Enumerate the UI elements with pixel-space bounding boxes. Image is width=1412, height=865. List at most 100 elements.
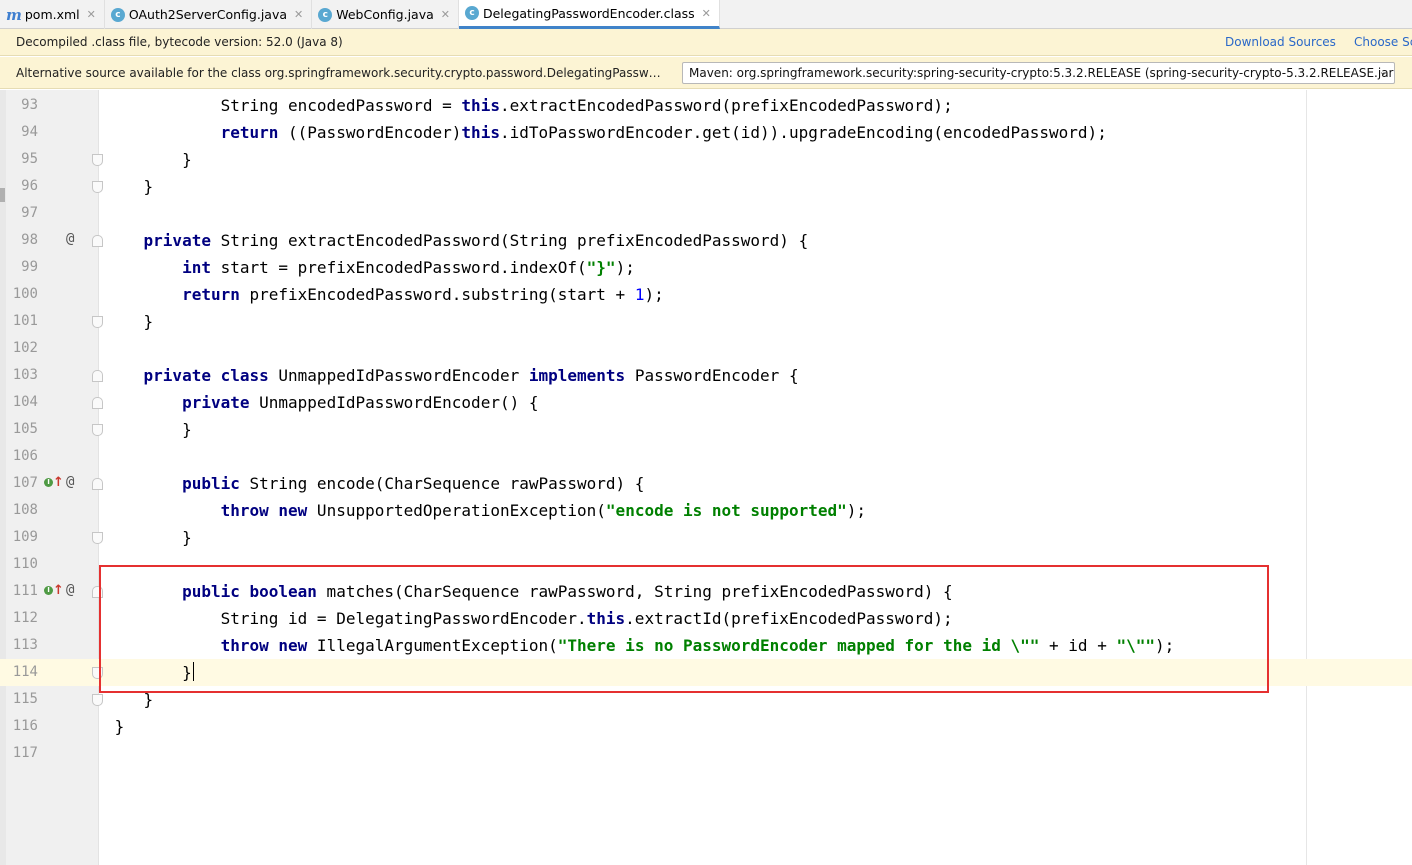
- fold-toggle-icon[interactable]: [92, 316, 103, 328]
- code-line[interactable]: 100 return prefixEncodedPassword.substri…: [0, 281, 1412, 308]
- code-line[interactable]: 113 throw new IllegalArgumentException("…: [0, 632, 1412, 659]
- code-line[interactable]: 111 I ↑ @ public boolean matches(CharSequen…: [0, 578, 1412, 605]
- line-number: 110: [12, 556, 38, 572]
- code-token: String encode(CharSequence rawPassword) …: [239, 474, 645, 493]
- line-number: 100: [12, 286, 38, 302]
- code-line[interactable]: 109 }: [0, 524, 1412, 551]
- tab-2[interactable]: c WebConfig.java ✕: [312, 0, 459, 29]
- line-number: 98: [21, 232, 38, 248]
- tab-1[interactable]: c OAuth2ServerConfig.java ✕: [105, 0, 313, 29]
- code-token: String extractEncodedPassword(String pre…: [210, 231, 809, 250]
- close-icon[interactable]: ✕: [702, 7, 711, 20]
- string-token: "There is no PasswordEncoder mapped for …: [557, 636, 1040, 655]
- line-number: 93: [21, 97, 38, 113]
- string-token: "encode is not supported": [605, 501, 847, 520]
- code-line[interactable]: 102: [0, 335, 1412, 362]
- implements-method-icon[interactable]: I: [44, 478, 53, 487]
- fold-toggle-icon[interactable]: [92, 397, 103, 409]
- line-number: 108: [12, 502, 38, 518]
- fold-toggle-icon[interactable]: [92, 154, 103, 166]
- fold-toggle-icon[interactable]: [92, 370, 103, 382]
- number-token: 1: [634, 285, 645, 304]
- close-icon[interactable]: ✕: [441, 8, 450, 21]
- code-line[interactable]: 116 }: [0, 713, 1412, 740]
- tab-label: pom.xml: [24, 7, 80, 22]
- tab-label: OAuth2ServerConfig.java: [128, 7, 288, 22]
- code-line[interactable]: 117: [0, 740, 1412, 767]
- fold-toggle-icon[interactable]: [92, 424, 103, 436]
- code-token: UnsupportedOperationException(: [307, 501, 606, 520]
- fold-toggle-icon[interactable]: [92, 586, 103, 598]
- fold-toggle-icon[interactable]: [92, 235, 103, 247]
- code-line[interactable]: 98 @ private String extractEncodedPasswor…: [0, 227, 1412, 254]
- close-icon[interactable]: ✕: [294, 8, 303, 21]
- annotation-at-icon[interactable]: @: [66, 578, 74, 603]
- code-line[interactable]: 112 String id = DelegatingPasswordEncode…: [0, 605, 1412, 632]
- line-number: 106: [12, 448, 38, 464]
- code-text: return prefixEncodedPassword.substring(s…: [105, 281, 664, 308]
- code-line[interactable]: 103 private class UnmappedIdPasswordEnco…: [0, 362, 1412, 389]
- editor-tab-bar: m pom.xml ✕ c OAuth2ServerConfig.java ✕ c WebCo…: [0, 0, 1412, 29]
- code-text: }: [105, 308, 154, 335]
- code-text: }: [105, 173, 154, 200]
- code-token: }: [105, 528, 192, 547]
- code-text: public String encode(CharSequence rawPas…: [105, 470, 644, 497]
- code-text: }: [105, 524, 192, 551]
- class-icon: c: [110, 7, 125, 22]
- code-line[interactable]: 99 int start = prefixEncodedPassword.ind…: [0, 254, 1412, 281]
- code-line[interactable]: 104 private UnmappedIdPasswordEncoder() …: [0, 389, 1412, 416]
- line-number: 101: [12, 313, 38, 329]
- code-token: ((PasswordEncoder): [278, 123, 462, 142]
- line-number: 111: [12, 583, 38, 599]
- code-line[interactable]: 107 I ↑ @ public String encode(CharSequence…: [0, 470, 1412, 497]
- overrides-up-arrow-icon[interactable]: ↑: [53, 470, 64, 495]
- annotation-at-icon[interactable]: @: [66, 470, 74, 495]
- alternative-source-select[interactable]: Maven: org.springframework.security:spri…: [682, 62, 1395, 84]
- code-line[interactable]: 94 return ((PasswordEncoder)this.idToPas…: [0, 119, 1412, 146]
- code-token: .idToPasswordEncoder.get(id)).upgradeEnc…: [499, 123, 1107, 142]
- keyword-token: private: [143, 231, 211, 250]
- code-line[interactable]: 105 }: [0, 416, 1412, 443]
- code-text: }: [105, 686, 154, 713]
- fold-toggle-icon[interactable]: [92, 181, 103, 193]
- code-editor[interactable]: 93 String encodedPassword = this.extract…: [0, 92, 1412, 767]
- tab-3[interactable]: c DelegatingPasswordEncoder.class ✕: [458, 0, 720, 29]
- overrides-up-arrow-icon[interactable]: ↑: [53, 578, 64, 603]
- code-line[interactable]: 108 throw new UnsupportedOperationExcept…: [0, 497, 1412, 524]
- class-icon: c: [318, 7, 333, 22]
- code-line[interactable]: 101 }: [0, 308, 1412, 335]
- code-line[interactable]: 95 }: [0, 146, 1412, 173]
- code-token: .extractId(prefixEncodedPassword);: [625, 609, 953, 628]
- fold-toggle-icon[interactable]: [92, 478, 103, 490]
- fold-toggle-icon[interactable]: [92, 532, 103, 544]
- keyword-token: implements: [528, 366, 626, 385]
- code-token: }: [105, 663, 192, 682]
- fold-toggle-icon[interactable]: [92, 667, 103, 679]
- line-number: 116: [12, 718, 38, 734]
- code-line[interactable]: 93 String encodedPassword = this.extract…: [0, 92, 1412, 119]
- code-line[interactable]: 106: [0, 443, 1412, 470]
- code-line[interactable]: 110: [0, 551, 1412, 578]
- tab-0[interactable]: m pom.xml ✕: [0, 0, 105, 29]
- code-token: UnmappedIdPasswordEncoder() {: [249, 393, 539, 412]
- code-line[interactable]: 114 }: [0, 659, 1412, 686]
- class-icon: c: [464, 6, 479, 20]
- code-line[interactable]: 115 }: [0, 686, 1412, 713]
- choose-sources-link[interactable]: Choose Sc: [1354, 35, 1412, 49]
- keyword-token: public boolean: [182, 582, 317, 601]
- keyword-token: this: [461, 123, 500, 142]
- implements-method-icon[interactable]: I: [44, 586, 53, 595]
- code-text: private String extractEncodedPassword(St…: [105, 227, 809, 254]
- close-icon[interactable]: ✕: [87, 8, 96, 21]
- annotation-at-icon[interactable]: @: [66, 227, 74, 252]
- keyword-token: private: [182, 393, 250, 412]
- code-line[interactable]: 96 }: [0, 173, 1412, 200]
- code-line[interactable]: 97: [0, 200, 1412, 227]
- download-sources-link[interactable]: Download Sources: [1225, 35, 1336, 49]
- keyword-token: throw new: [220, 501, 308, 520]
- fold-toggle-icon[interactable]: [92, 694, 103, 706]
- text-caret: [192, 662, 194, 681]
